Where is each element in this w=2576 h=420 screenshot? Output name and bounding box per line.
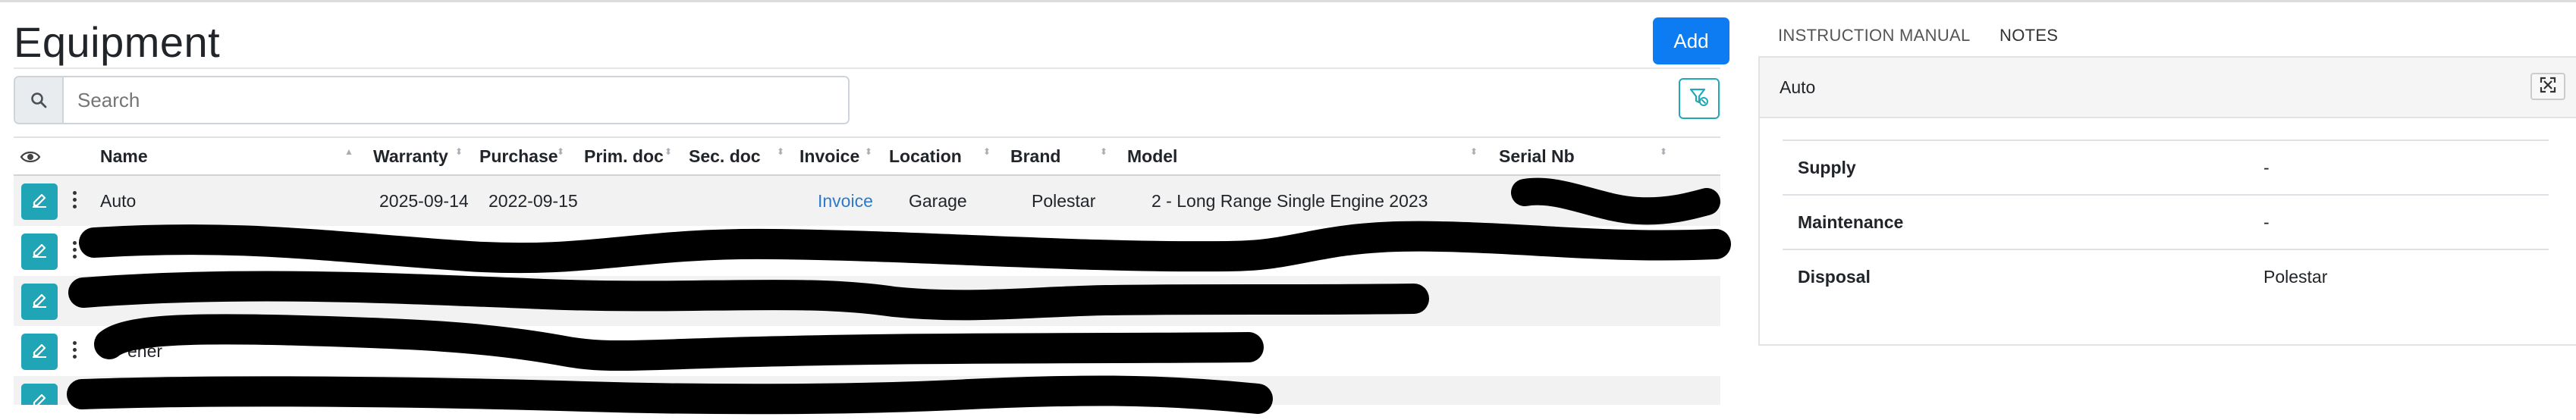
detail-value: - [2263, 212, 2270, 232]
sort-icon: ⬍ [1100, 146, 1108, 157]
column-header-brand[interactable]: Brand [1010, 138, 1060, 174]
detail-tabs: INSTRUCTION MANUAL NOTES [1758, 15, 2576, 56]
column-header-invoice[interactable]: Invoice [800, 138, 859, 174]
equipment-table: Name ▲ Warranty ⬍ Purchase ⬍ Prim. doc ⬍… [14, 136, 1720, 405]
cell-purchase: 2022-09-15 [488, 191, 578, 211]
table-row[interactable] [14, 376, 1720, 405]
detail-row-maintenance: Maintenance - [1783, 194, 2549, 249]
cell-name: Auto [100, 191, 137, 211]
search-input[interactable] [64, 77, 848, 123]
cell-invoice-link[interactable]: Quick [598, 276, 642, 326]
detail-label: Disposal [1798, 267, 1871, 287]
cell-location: Garage [909, 191, 967, 211]
table-row[interactable]: 2017-08-23 Philips 24AB4UDW [14, 226, 1720, 276]
expand-button[interactable] [2530, 73, 2565, 100]
sort-icon: ⬍ [983, 146, 991, 157]
column-header-warranty[interactable]: Warranty [373, 138, 448, 174]
table-row[interactable]: ener ual [14, 326, 1720, 376]
sort-icon: ▲ [344, 146, 353, 157]
column-header-model[interactable]: Model [1127, 138, 1177, 174]
column-header-serial[interactable]: Serial Nb [1499, 138, 1575, 174]
sort-icon: ⬍ [557, 146, 565, 157]
cell-brand: Polestar [1032, 191, 1096, 211]
detail-card: Auto Supply - Maintenance - Disposal Pol… [1758, 56, 2576, 346]
edit-icon [31, 342, 48, 362]
edit-button[interactable] [21, 183, 58, 220]
edit-button[interactable] [21, 334, 58, 370]
cell-invoice-link[interactable]: Invoice [818, 176, 873, 226]
row-actions-kebab-icon[interactable] [71, 191, 77, 212]
sort-icon: ⬍ [1470, 146, 1478, 157]
detail-label: Maintenance [1798, 212, 1904, 232]
detail-value: Polestar [2263, 267, 2328, 287]
sort-icon: ⬍ [664, 146, 673, 157]
add-button[interactable]: Add [1653, 17, 1729, 64]
edit-icon [31, 242, 48, 262]
column-header-prim-doc[interactable]: Prim. doc [584, 138, 664, 174]
card-header: Auto [1760, 58, 2576, 118]
title-divider [14, 67, 1720, 69]
detail-value: - [2263, 158, 2270, 177]
column-header-name[interactable]: Name [100, 138, 148, 174]
sort-icon: ⬍ [1660, 146, 1668, 157]
window-top-border [0, 0, 2576, 2]
detail-label: Supply [1798, 158, 1856, 177]
expand-icon [2540, 77, 2556, 97]
edit-button[interactable] [21, 384, 58, 405]
edit-button[interactable] [21, 234, 58, 270]
table-row[interactable]: Auto 2025-09-14 2022-09-15 Invoice Garag… [14, 176, 1720, 226]
cell-warranty: 2025-09-14 [379, 191, 469, 211]
sort-icon: ⬍ [455, 146, 463, 157]
cell-name: ener [127, 341, 163, 361]
edit-icon [31, 292, 48, 312]
detail-row-disposal: Disposal Polestar [1783, 249, 2549, 303]
sort-icon: ⬍ [777, 146, 785, 157]
column-header-purchase[interactable]: Purchase [479, 138, 558, 174]
row-actions-kebab-icon[interactable] [71, 341, 77, 362]
cell-model: 2 - Long Range Single Engine 2023 [1151, 191, 1428, 211]
row-actions-kebab-icon[interactable] [71, 241, 77, 262]
card-title: Auto [1780, 77, 1816, 97]
column-header-sec-doc[interactable]: Sec. doc [689, 138, 761, 174]
search-bar [14, 76, 850, 124]
cell-model: 24AB4UDW [1151, 241, 1246, 261]
edit-icon [31, 192, 48, 212]
filter-button[interactable] [1679, 78, 1720, 119]
sort-icon: ⬍ [865, 146, 873, 157]
page-title: Equipment [14, 18, 221, 66]
table-header: Name ▲ Warranty ⬍ Purchase ⬍ Prim. doc ⬍… [14, 136, 1720, 176]
filter-icon [1689, 86, 1710, 111]
column-visibility-button[interactable] [20, 139, 41, 175]
tab-instruction-manual[interactable]: INSTRUCTION MANUAL [1778, 15, 1971, 56]
edit-button[interactable] [21, 284, 58, 320]
eye-icon [20, 151, 41, 171]
detail-row-supply: Supply - [1783, 139, 2549, 194]
cell-invoice-link[interactable]: ual [630, 326, 653, 376]
edit-icon [31, 392, 48, 405]
column-header-location[interactable]: Location [889, 138, 962, 174]
equipment-pane: Equipment Add Name ▲ Warranty ⬍ Purchase… [14, 6, 1731, 420]
search-icon [15, 77, 64, 123]
cell-brand: Philips [1032, 241, 1083, 261]
cell-purchase: 2017-08-23 [488, 241, 578, 261]
cell-purchase: 2013-11-25 [488, 291, 576, 311]
tab-notes[interactable]: NOTES [2000, 15, 2058, 56]
table-row[interactable]: 2013-11-25 Quick [14, 276, 1720, 326]
